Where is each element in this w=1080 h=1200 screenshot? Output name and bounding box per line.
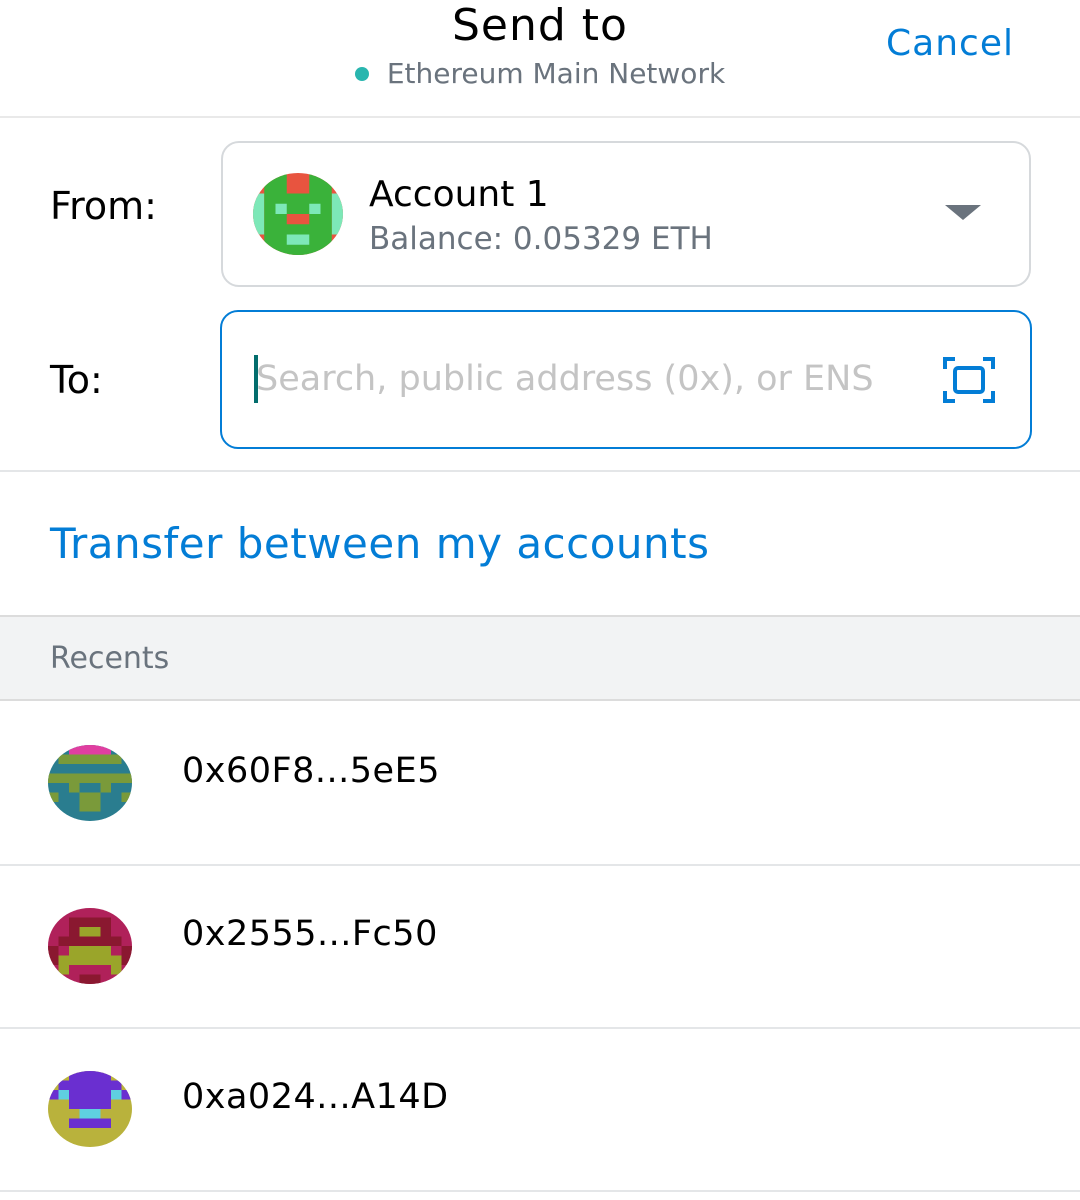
account-balance: Balance: 0.05329 ETH xyxy=(369,221,713,257)
identicon-purple-icon xyxy=(48,1071,132,1147)
account-name: Account 1 xyxy=(369,174,549,215)
identicon-teal-icon xyxy=(48,745,132,821)
recent-address: 0xa024...A14D xyxy=(182,1077,449,1117)
recipient-address-input[interactable] xyxy=(256,348,914,410)
recents-title: Recents xyxy=(50,641,170,676)
caret-down-icon[interactable] xyxy=(945,205,981,220)
text-cursor xyxy=(254,355,258,403)
recent-address-item[interactable]: 0x2555...Fc50 xyxy=(0,866,1080,1029)
recent-address: 0x60F8...5eE5 xyxy=(182,751,440,791)
to-label: To: xyxy=(50,358,103,402)
network-status-dot-icon xyxy=(354,67,369,81)
identicon-maroon-icon xyxy=(48,908,132,984)
account-selector[interactable]: Account 1 Balance: 0.05329 ETH xyxy=(221,141,1031,287)
recent-address: 0x2555...Fc50 xyxy=(182,914,438,954)
header: Send to Ethereum Main Network Cancel xyxy=(0,0,1080,118)
recent-address-item[interactable]: 0x60F8...5eE5 xyxy=(0,703,1080,866)
recents-section-header: Recents xyxy=(0,615,1080,701)
divider xyxy=(0,470,1080,472)
transfer-between-accounts-link[interactable]: Transfer between my accounts xyxy=(50,518,710,570)
cancel-button[interactable]: Cancel xyxy=(886,22,1014,66)
from-label: From: xyxy=(50,184,157,228)
network-name: Ethereum Main Network xyxy=(386,57,726,90)
qr-scan-icon[interactable] xyxy=(942,355,996,405)
recent-address-item[interactable]: 0xa024...A14D xyxy=(0,1029,1080,1192)
account-identicon-icon xyxy=(253,173,343,255)
recipient-field[interactable] xyxy=(220,310,1032,449)
